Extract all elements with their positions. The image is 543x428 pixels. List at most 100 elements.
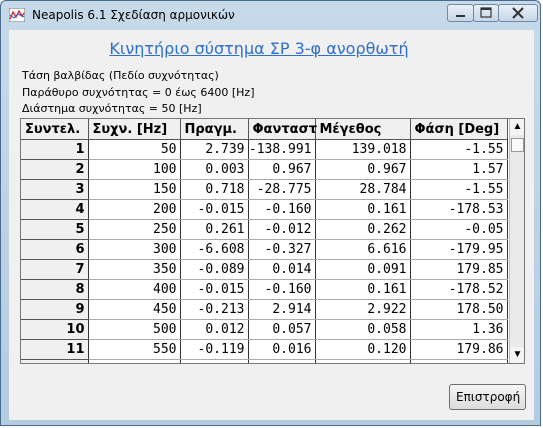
table-row[interactable]: 1 50 2.739 -138.991 139.018 -1.55 xyxy=(21,139,508,160)
cell-magnitude: 0.161 xyxy=(315,279,411,300)
cell-coefficient[interactable]: 7 xyxy=(21,259,89,280)
cell-coefficient[interactable]: 8 xyxy=(21,279,89,300)
cell-imaginary: -0.327 xyxy=(248,239,316,260)
info-line-voltage: Τάση βαλβίδας (Πεδίο συχνότητας) xyxy=(22,69,219,82)
cell-imaginary: -28.775 xyxy=(248,179,316,200)
cell-real: 0.261 xyxy=(180,219,249,240)
close-button[interactable] xyxy=(498,4,538,22)
col-header-frequency[interactable]: Συχν. [Hz] xyxy=(88,119,181,140)
vertical-scrollbar[interactable]: ▲ ▼ xyxy=(509,119,524,363)
col-header-magnitude[interactable]: Μέγεθος xyxy=(315,119,411,140)
cell-coefficient[interactable]: 2 xyxy=(21,159,89,180)
cell-real: -0.089 xyxy=(180,259,249,280)
info-line-window: Παράθυρο συχνότητας = 0 έως 6400 [Hz] xyxy=(22,86,255,99)
cell-frequency: 250 xyxy=(88,219,181,240)
close-icon xyxy=(512,7,524,19)
cell-magnitude: 139.018 xyxy=(315,139,411,160)
cell-real: -0.015 xyxy=(180,279,249,300)
cell-real: 2.739 xyxy=(180,139,249,160)
col-header-coefficient[interactable]: Συντελ. xyxy=(21,119,89,140)
cell-magnitude: 0.262 xyxy=(315,219,411,240)
cell-real: 0.003 xyxy=(180,159,249,180)
cell-frequency: 150 xyxy=(88,179,181,200)
title-bar[interactable]: Neapolis 6.1 Σχεδίαση αρμονικών xyxy=(1,1,542,29)
cell-phase: -0.05 xyxy=(410,219,508,240)
cell-frequency: 500 xyxy=(88,319,181,340)
cell-phase: -1.55 xyxy=(410,139,508,160)
cell-phase: 0.10 xyxy=(410,359,508,363)
scroll-down-icon[interactable]: ▼ xyxy=(510,347,524,363)
cell-coefficient[interactable]: 4 xyxy=(21,199,89,220)
cell-phase: 179.85 xyxy=(410,259,508,280)
cell-coefficient[interactable]: 3 xyxy=(21,179,89,200)
col-header-phase[interactable]: Φάση [Deg] xyxy=(410,119,508,140)
col-header-imaginary[interactable]: Φανταστ xyxy=(248,119,317,140)
cell-coefficient[interactable]: 11 xyxy=(21,339,89,360)
cell-imaginary: -0.160 xyxy=(248,199,316,220)
cell-coefficient[interactable]: 10 xyxy=(21,319,89,340)
cell-phase: 1.36 xyxy=(410,319,508,340)
cell-real: -0.119 xyxy=(180,339,249,360)
cell-real: 0.012 xyxy=(180,319,249,340)
col-header-real[interactable]: Πραγμ. xyxy=(180,119,249,140)
table-row[interactable]: 126001.6480.1571.6550.10 xyxy=(21,359,508,363)
table-row[interactable]: 3 150 0.718 -28.775 28.784 -1.55 xyxy=(21,179,508,200)
app-window: Neapolis 6.1 Σχεδίαση αρμονικών Κινητήρι… xyxy=(0,0,541,426)
cell-magnitude: 0.091 xyxy=(315,259,411,280)
cell-frequency: 200 xyxy=(88,199,181,220)
cell-phase: 178.50 xyxy=(410,299,508,320)
table-row[interactable]: 7 350 -0.089 0.014 0.091 179.85 xyxy=(21,259,508,280)
cell-magnitude: 0.161 xyxy=(315,199,411,220)
cell-real: -0.015 xyxy=(180,199,249,220)
cell-real: -6.608 xyxy=(180,239,249,260)
cell-imaginary: 0.014 xyxy=(248,259,316,280)
scroll-up-icon[interactable]: ▲ xyxy=(510,119,524,135)
info-line-interval: Διάστημα συχνότητας = 50 [Hz] xyxy=(22,102,202,115)
cell-magnitude: 1.655 xyxy=(315,359,411,363)
window-title: Neapolis 6.1 Σχεδίαση αρμονικών xyxy=(32,8,235,22)
table-row[interactable]: 5 250 0.261 -0.012 0.262 -0.05 xyxy=(21,219,508,240)
cell-real: 1.648 xyxy=(180,359,249,363)
chart-icon xyxy=(9,8,25,22)
cell-magnitude: 28.784 xyxy=(315,179,411,200)
cell-imaginary: 0.967 xyxy=(248,159,316,180)
cell-imaginary: 0.016 xyxy=(248,339,316,360)
page-title: Κινητήριο σύστημα ΣΡ 3-φ ανορθωτή xyxy=(109,39,409,58)
cell-coefficient[interactable]: 12 xyxy=(21,359,89,363)
table-header-row: Συντελ. Συχν. [Hz] Πραγμ. Φανταστ Μέγεθο… xyxy=(21,119,508,140)
cell-imaginary: 0.157 xyxy=(248,359,316,363)
table-row[interactable]: 8 400 -0.015 -0.160 0.161 -178.52 xyxy=(21,279,508,300)
cell-coefficient[interactable]: 6 xyxy=(21,239,89,260)
dialog-body: Κινητήριο σύστημα ΣΡ 3-φ ανορθωτή Τάση β… xyxy=(9,30,534,420)
maximize-button[interactable] xyxy=(473,4,499,22)
cell-frequency: 50 xyxy=(88,139,181,160)
table-row[interactable]: 10 500 0.012 0.057 0.058 1.36 xyxy=(21,319,508,340)
cell-magnitude: 0.967 xyxy=(315,159,411,180)
cell-coefficient[interactable]: 5 xyxy=(21,219,89,240)
cell-phase: 179.86 xyxy=(410,339,508,360)
table-row[interactable]: 11 550 -0.119 0.016 0.120 179.86 xyxy=(21,339,508,360)
table-row[interactable]: 4 200 -0.015 -0.160 0.161 -178.53 xyxy=(21,199,508,220)
table-row[interactable]: 2 100 0.003 0.967 0.967 1.57 xyxy=(21,159,508,180)
back-button[interactable]: Επιστροφή xyxy=(449,384,526,410)
minimize-button[interactable] xyxy=(447,4,474,22)
cell-imaginary: -138.991 xyxy=(248,139,316,160)
maximize-icon xyxy=(480,7,492,18)
cell-imaginary: -0.012 xyxy=(248,219,316,240)
cell-coefficient[interactable]: 9 xyxy=(21,299,89,320)
cell-phase: -178.52 xyxy=(410,279,508,300)
cell-coefficient[interactable]: 1 xyxy=(21,139,89,160)
table-row[interactable]: 9 450 -0.213 2.914 2.922 178.50 xyxy=(21,299,508,320)
harmonics-table[interactable]: Συντελ. Συχν. [Hz] Πραγμ. Φανταστ Μέγεθο… xyxy=(20,118,525,364)
minimize-icon xyxy=(456,15,465,17)
cell-phase: -1.55 xyxy=(410,179,508,200)
table-row[interactable]: 6 300 -6.608 -0.327 6.616 -179.95 xyxy=(21,239,508,260)
scroll-thumb[interactable] xyxy=(511,138,524,152)
cell-magnitude: 2.922 xyxy=(315,299,411,320)
cell-frequency: 300 xyxy=(88,239,181,260)
cell-phase: -178.53 xyxy=(410,199,508,220)
cell-frequency: 100 xyxy=(88,159,181,180)
cell-frequency: 350 xyxy=(88,259,181,280)
cell-magnitude: 6.616 xyxy=(315,239,411,260)
cell-imaginary: 2.914 xyxy=(248,299,316,320)
